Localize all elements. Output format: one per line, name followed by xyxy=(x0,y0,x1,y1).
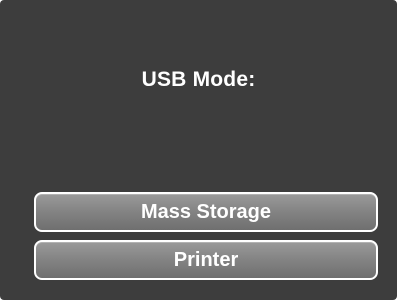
mass-storage-button[interactable]: Mass Storage xyxy=(34,192,378,232)
usb-mode-screen: USB Mode: Mass Storage Printer xyxy=(0,0,397,300)
printer-label: Printer xyxy=(173,248,239,271)
printer-button[interactable]: Printer xyxy=(34,240,378,280)
mass-storage-label: Mass Storage xyxy=(140,200,272,223)
usb-mode-title: USB Mode: xyxy=(141,68,256,91)
